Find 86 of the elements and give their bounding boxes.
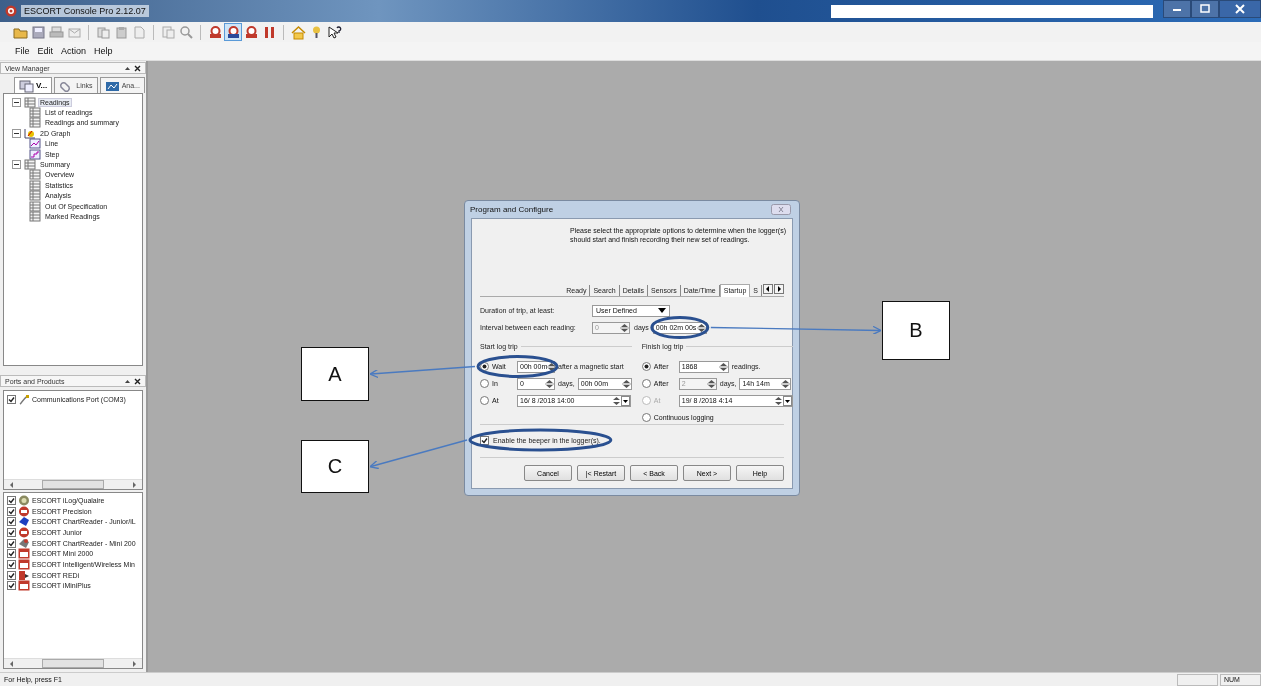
home-icon[interactable] — [290, 24, 306, 40]
device-icon — [18, 569, 30, 581]
step-graph-icon — [29, 148, 41, 160]
pin-icon[interactable] — [124, 377, 131, 385]
checkbox[interactable] — [7, 517, 16, 527]
table-icon — [29, 107, 41, 119]
context-help-icon[interactable] — [326, 24, 342, 40]
window-title: ESCORT Console Pro 2.12.07 — [21, 5, 149, 17]
menu-item[interactable]: File — [15, 46, 30, 56]
scroll-left-icon[interactable] — [763, 284, 773, 294]
checkbox[interactable] — [7, 549, 16, 559]
spin-arrows-icon[interactable] — [781, 378, 791, 389]
table-icon — [29, 169, 41, 181]
graph-icon — [24, 127, 36, 139]
spin-arrows-icon[interactable] — [718, 361, 728, 372]
menu-item[interactable]: Edit — [37, 46, 54, 56]
checkbox[interactable] — [7, 581, 16, 591]
close-button[interactable] — [1219, 0, 1261, 18]
spin-arrows-icon[interactable] — [545, 378, 554, 389]
gauge-icon — [18, 526, 30, 538]
status-panel — [1177, 673, 1218, 686]
checkbox[interactable] — [7, 538, 16, 548]
minimize-button[interactable] — [1163, 0, 1191, 18]
table-icon — [29, 179, 41, 191]
menu-item[interactable]: Help — [94, 46, 113, 56]
close-icon[interactable] — [134, 377, 141, 385]
gauge-icon — [18, 505, 30, 517]
table-icon — [24, 96, 36, 108]
checkbox[interactable] — [480, 435, 489, 445]
radio-button[interactable] — [641, 362, 651, 371]
checkbox[interactable] — [7, 394, 16, 404]
spin-arrows-icon[interactable] — [547, 361, 557, 372]
radio-button[interactable] — [480, 379, 489, 388]
spin-arrows-icon[interactable] — [696, 322, 706, 333]
windows-icon — [19, 78, 34, 93]
device-icon — [18, 548, 30, 560]
magnifier-icon[interactable] — [178, 24, 194, 40]
spin-arrows-icon[interactable] — [621, 378, 631, 389]
scroll-thumb[interactable] — [42, 659, 104, 668]
logger-icon[interactable] — [243, 24, 259, 40]
view-tab[interactable]: V... — [14, 77, 53, 93]
logger-icon[interactable] — [207, 24, 223, 40]
scroll-thumb[interactable] — [42, 480, 104, 489]
collapse-icon[interactable] — [12, 128, 21, 138]
app-icon — [5, 5, 17, 17]
table-icon — [24, 159, 36, 171]
scroll-right-icon[interactable] — [774, 284, 784, 294]
checkbox[interactable] — [7, 527, 16, 537]
checkbox[interactable] — [7, 506, 16, 516]
table-icon — [29, 200, 41, 212]
reader-icon — [18, 516, 30, 528]
collapse-icon[interactable] — [12, 97, 21, 107]
line-graph-icon — [29, 138, 41, 150]
table-icon — [29, 211, 41, 222]
spin-arrows-icon[interactable] — [706, 378, 716, 389]
highlight-ellipse — [650, 316, 710, 339]
table-icon — [29, 117, 41, 129]
save-icon[interactable] — [30, 24, 46, 40]
checkbox[interactable] — [7, 570, 16, 580]
radio-button[interactable] — [480, 362, 489, 371]
dropdown-arrow-icon — [658, 307, 666, 314]
close-icon[interactable] — [134, 64, 141, 72]
logger-icon[interactable] — [225, 24, 241, 40]
device-icon — [18, 580, 30, 592]
callout-label: A — [301, 347, 369, 401]
table-icon — [29, 190, 41, 202]
menu-item[interactable]: Action — [61, 46, 87, 56]
callout-label: B — [882, 301, 950, 360]
callout-label: C — [301, 440, 369, 493]
checkbox[interactable] — [7, 559, 16, 569]
radio-button[interactable] — [641, 379, 651, 388]
horizontal-scrollbar[interactable] — [4, 479, 142, 489]
maximize-button[interactable] — [1191, 0, 1219, 18]
checkbox[interactable] — [7, 495, 16, 505]
reader-icon — [18, 537, 30, 549]
horizontal-scrollbar[interactable] — [4, 658, 142, 668]
device-icon — [18, 558, 30, 570]
spin-arrows-icon[interactable] — [612, 395, 621, 406]
dialog-title: Program and Configure — [470, 205, 554, 214]
gauge-icon — [18, 494, 30, 506]
spin-arrows-icon[interactable] — [773, 395, 783, 406]
radio-button[interactable] — [480, 396, 489, 405]
cable-icon — [18, 393, 30, 405]
collapse-icon[interactable] — [12, 160, 21, 170]
pin-icon[interactable] — [124, 64, 131, 72]
radio-button[interactable] — [641, 413, 651, 422]
